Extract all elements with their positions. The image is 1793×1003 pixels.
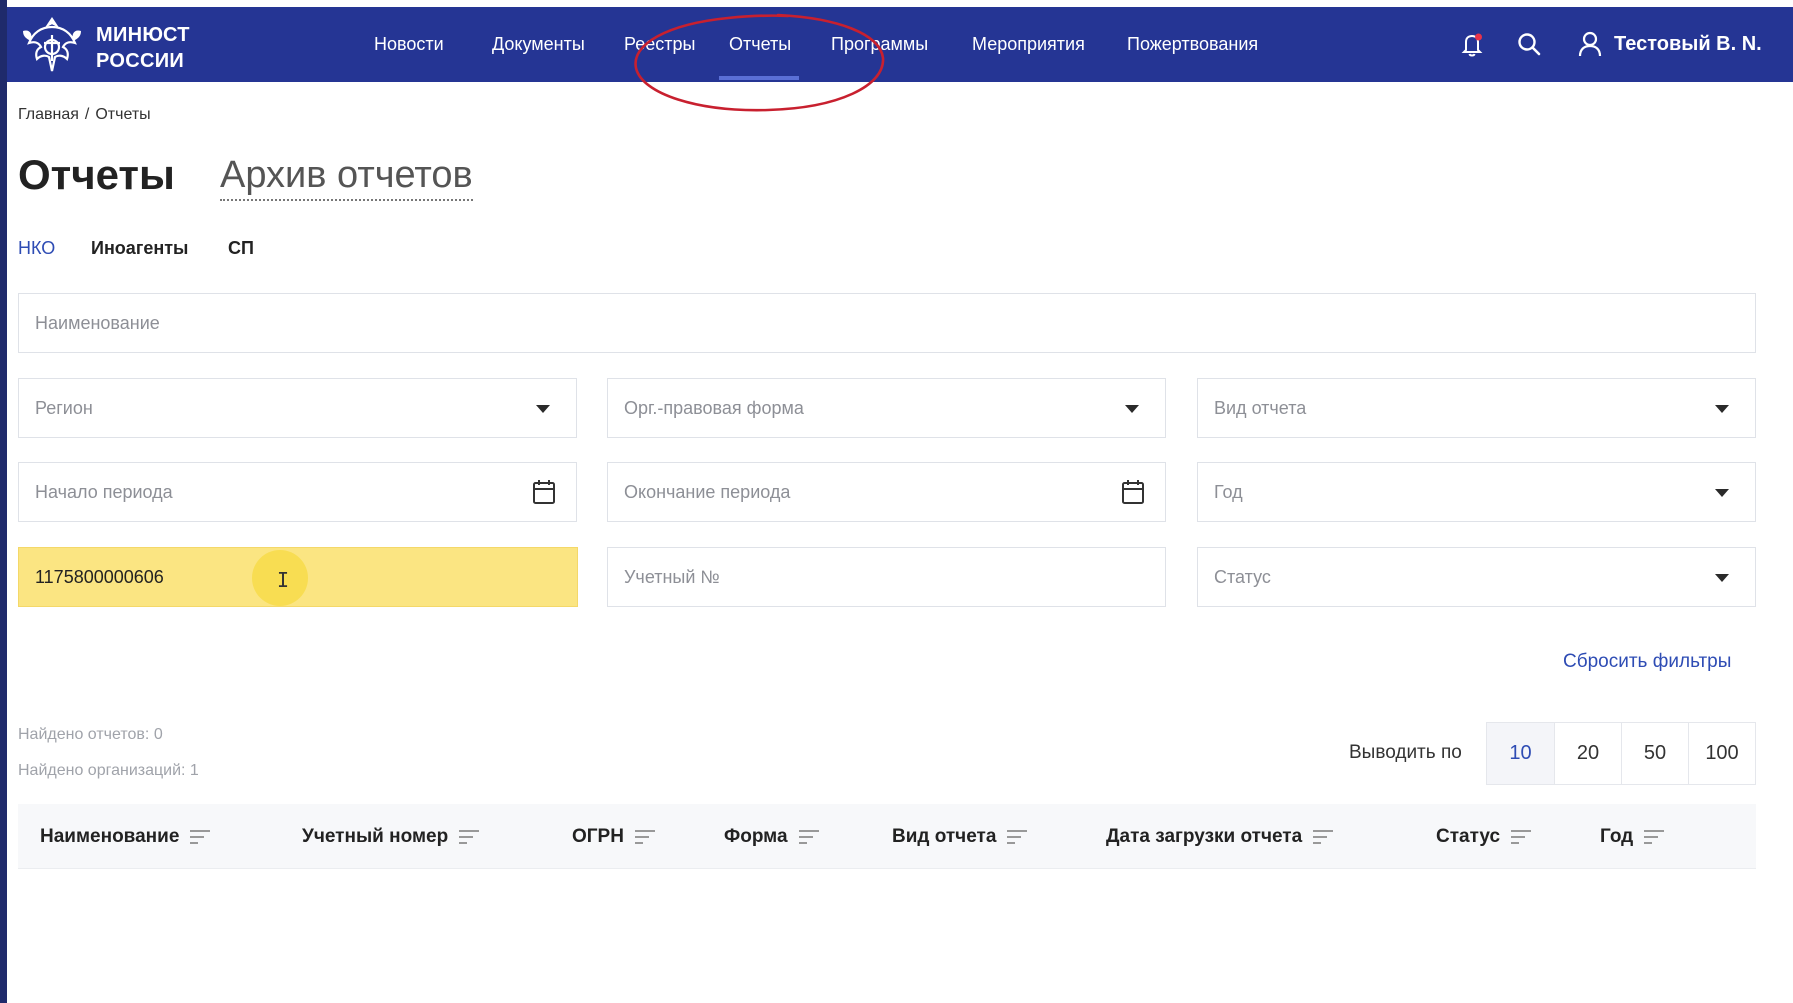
active-nav-indicator	[719, 76, 799, 80]
per-page-label: Выводить по	[1349, 742, 1462, 763]
user-name[interactable]: Тестовый В. N.	[1614, 33, 1762, 56]
column-label: Форма	[724, 826, 788, 847]
per-page-option-50[interactable]: 50	[1621, 723, 1688, 784]
chevron-down-icon	[536, 405, 550, 413]
user-icon[interactable]	[1575, 29, 1605, 59]
per-page-option-20[interactable]: 20	[1554, 723, 1621, 784]
ogrn-input-value: 1175800000606	[35, 567, 164, 587]
nav-item-programs[interactable]: Программы	[831, 34, 928, 55]
sort-icon	[1313, 829, 1334, 844]
reports-found-count: Найдено отчетов: 0	[18, 726, 163, 743]
org-form-select[interactable]: Орг.-правовая форма	[607, 378, 1166, 438]
ministry-name-line2: РОССИИ	[96, 50, 185, 72]
breadcrumb-current: Отчеты	[95, 106, 151, 123]
window-top-edge	[0, 0, 1793, 7]
calendar-icon[interactable]	[532, 479, 556, 505]
period-start-input[interactable]: Начало периода	[18, 462, 577, 522]
column-label: Вид отчета	[892, 826, 997, 847]
report-type-select[interactable]: Вид отчета	[1197, 378, 1756, 438]
region-select-placeholder: Регион	[35, 398, 93, 418]
name-input[interactable]: Наименование	[18, 293, 1756, 353]
nav-item-reports[interactable]: Отчеты	[729, 34, 791, 55]
column-header-form[interactable]: Форма	[724, 826, 820, 848]
per-page-option-10[interactable]: 10	[1487, 723, 1554, 784]
per-page-selector: 10 20 50 100	[1486, 722, 1756, 785]
reset-filters-link[interactable]: Сбросить фильтры	[1563, 651, 1731, 673]
column-label: Наименование	[40, 826, 180, 847]
period-start-placeholder: Начало периода	[35, 482, 173, 502]
chevron-down-icon	[1715, 489, 1729, 497]
column-label: ОГРН	[572, 826, 624, 847]
period-end-placeholder: Окончание периода	[624, 482, 791, 502]
status-select[interactable]: Статус	[1197, 547, 1756, 607]
column-header-year[interactable]: Год	[1600, 826, 1665, 848]
name-input-placeholder: Наименование	[35, 313, 160, 333]
archive-reports-link[interactable]: Архив отчетов	[220, 154, 473, 201]
column-header-name[interactable]: Наименование	[40, 826, 211, 848]
breadcrumb: Главная / Отчеты	[18, 106, 151, 124]
region-select[interactable]: Регион	[18, 378, 577, 438]
reports-table-header: Наименование Учетный номер ОГРН Форма Ви…	[18, 804, 1756, 869]
chevron-down-icon	[1715, 574, 1729, 582]
column-header-upload-date[interactable]: Дата загрузки отчета	[1106, 826, 1334, 848]
column-label: Статус	[1436, 826, 1501, 847]
page-title: Отчеты	[18, 151, 175, 198]
column-header-report-type[interactable]: Вид отчета	[892, 826, 1028, 848]
calendar-icon[interactable]	[1121, 479, 1145, 505]
year-select[interactable]: Год	[1197, 462, 1756, 522]
search-icon[interactable]	[1514, 29, 1544, 59]
window-left-edge	[0, 0, 7, 1003]
ministry-name-line1: МИНЮСТ	[96, 24, 190, 46]
ministry-name[interactable]: МИНЮСТ РОССИИ	[96, 22, 190, 74]
sort-icon	[1644, 829, 1665, 844]
nav-item-donations[interactable]: Пожертвования	[1127, 34, 1258, 55]
breadcrumb-home[interactable]: Главная	[18, 106, 79, 123]
chevron-down-icon	[1715, 405, 1729, 413]
sort-icon	[1007, 829, 1028, 844]
sort-icon	[634, 829, 655, 844]
year-select-placeholder: Год	[1214, 482, 1243, 502]
ministry-emblem-icon[interactable]	[19, 13, 85, 77]
column-label: Дата загрузки отчета	[1106, 826, 1303, 847]
top-header: МИНЮСТ РОССИИ Новости Документы Реестры …	[7, 7, 1793, 82]
account-number-input[interactable]: Учетный №	[607, 547, 1166, 607]
subtab-foreign-agents[interactable]: Иноагенты	[91, 238, 188, 259]
nav-item-events[interactable]: Мероприятия	[972, 34, 1085, 55]
bell-icon[interactable]	[1457, 29, 1487, 59]
subtab-sp[interactable]: СП	[228, 238, 254, 259]
per-page-option-100[interactable]: 100	[1688, 723, 1755, 784]
sort-icon	[1511, 829, 1532, 844]
text-cursor-icon: I	[277, 568, 290, 592]
orgs-found-count: Найдено организаций: 1	[18, 762, 199, 779]
nav-item-news[interactable]: Новости	[374, 34, 444, 55]
column-header-account-number[interactable]: Учетный номер	[302, 826, 480, 848]
column-header-status[interactable]: Статус	[1436, 826, 1532, 848]
sort-icon	[459, 829, 480, 844]
breadcrumb-separator: /	[84, 106, 90, 123]
nav-item-registries[interactable]: Реестры	[624, 34, 695, 55]
status-select-placeholder: Статус	[1214, 567, 1271, 587]
org-form-select-placeholder: Орг.-правовая форма	[624, 398, 804, 418]
column-header-ogrn[interactable]: ОГРН	[572, 826, 656, 848]
subtab-nko[interactable]: НКО	[18, 238, 55, 259]
chevron-down-icon	[1125, 405, 1139, 413]
column-label: Учетный номер	[302, 826, 449, 847]
column-label: Год	[1600, 826, 1634, 847]
report-type-select-placeholder: Вид отчета	[1214, 398, 1307, 418]
sort-icon	[798, 829, 819, 844]
sort-icon	[190, 829, 211, 844]
account-number-placeholder: Учетный №	[624, 567, 720, 587]
nav-item-documents[interactable]: Документы	[492, 34, 585, 55]
period-end-input[interactable]: Окончание периода	[607, 462, 1166, 522]
